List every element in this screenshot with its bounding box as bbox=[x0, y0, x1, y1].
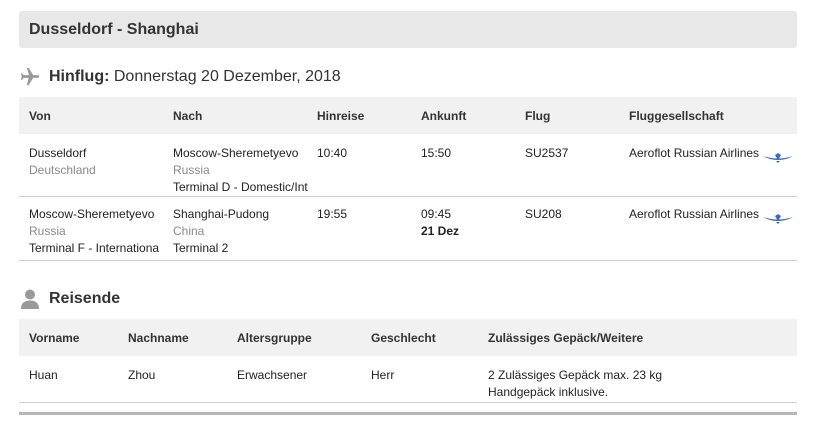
leg-to: Shanghai-Pudong China Terminal 2 bbox=[173, 206, 269, 257]
col-gepaeck: Zulässiges Gepäck/Weitere bbox=[488, 331, 644, 345]
flight-number: SU2537 bbox=[525, 146, 569, 160]
to-country: China bbox=[173, 224, 205, 238]
col-vorname: Vorname bbox=[29, 331, 80, 345]
to-city: Moscow-Sheremetyevo bbox=[173, 146, 299, 160]
route-title: Dusseldorf - Shanghai bbox=[29, 21, 199, 38]
outbound-date: Donnerstag 20 Dezember, 2018 bbox=[113, 68, 341, 85]
bottom-divider bbox=[19, 412, 797, 415]
outbound-heading: Hinflug: Donnerstag 20 Dezember, 2018 bbox=[19, 66, 341, 88]
to-country: Russia bbox=[173, 163, 210, 177]
col-geschlecht: Geschlecht bbox=[371, 331, 436, 345]
aeroflot-logo-icon bbox=[762, 213, 794, 225]
col-altersgruppe: Altersgruppe bbox=[237, 331, 312, 345]
flight-number: SU208 bbox=[525, 207, 562, 221]
traveler-row: Huan Zhou Erwachsener Herr 2 Zulässiges … bbox=[19, 356, 797, 403]
col-flug: Flug bbox=[525, 109, 551, 123]
col-nach: Nach bbox=[173, 109, 203, 123]
flight-leg-row: Moscow-Sheremetyevo Russia Terminal F - … bbox=[19, 197, 797, 261]
airplane-icon bbox=[19, 66, 41, 88]
leg-from: Moscow-Sheremetyevo Russia Terminal F - … bbox=[29, 206, 159, 257]
col-fluggesellschaft: Fluggesellschaft bbox=[629, 109, 724, 123]
to-terminal: Terminal 2 bbox=[173, 241, 229, 255]
col-von: Von bbox=[29, 109, 51, 123]
flight-leg-row: Dusseldorf Deutschland Moscow-Sheremetye… bbox=[19, 134, 797, 197]
travelers-title: Reisende bbox=[49, 290, 121, 307]
to-city: Shanghai-Pudong bbox=[173, 207, 270, 221]
from-country: Russia bbox=[29, 224, 66, 238]
travelers-table-header: Vorname Nachname Altersgruppe Geschlecht… bbox=[19, 319, 797, 356]
traveler-baggage: 2 Zulässiges Gepäck max. 23 kg Handgepäc… bbox=[488, 367, 662, 401]
departure-time: 10:40 bbox=[317, 146, 348, 160]
leg-from: Dusseldorf Deutschland bbox=[29, 145, 96, 179]
from-country: Deutschland bbox=[29, 163, 96, 177]
arrival-day: 21 Dez bbox=[421, 224, 460, 238]
person-icon bbox=[19, 288, 41, 310]
airline-name: Aeroflot Russian Airlines bbox=[629, 146, 760, 160]
from-city: Dusseldorf bbox=[29, 146, 87, 160]
from-city: Moscow-Sheremetyevo bbox=[29, 207, 155, 221]
travelers-heading: Reisende bbox=[19, 288, 120, 310]
airline-name: Aeroflot Russian Airlines bbox=[629, 207, 760, 221]
carry-on-note: Handgepäck inklusive. bbox=[488, 385, 609, 399]
traveler-gender: Herr bbox=[371, 368, 395, 382]
leg-to: Moscow-Sheremetyevo Russia Terminal D - … bbox=[173, 145, 308, 196]
arrival-cell: 09:45 21 Dez bbox=[421, 206, 459, 240]
from-terminal: Terminal F - Internationa bbox=[29, 241, 160, 255]
baggage-allowance: 2 Zulässiges Gepäck max. 23 kg bbox=[488, 368, 663, 382]
traveler-first-name: Huan bbox=[29, 368, 58, 382]
aeroflot-logo-icon bbox=[762, 152, 794, 164]
route-header: Dusseldorf - Shanghai bbox=[19, 11, 797, 48]
traveler-age-group: Erwachsener bbox=[237, 368, 308, 382]
arrival-time: 15:50 bbox=[421, 146, 452, 160]
to-terminal: Terminal D - Domestic/Int bbox=[173, 180, 308, 194]
departure-time: 19:55 bbox=[317, 207, 348, 221]
col-nachname: Nachname bbox=[128, 331, 189, 345]
col-ankunft: Ankunft bbox=[421, 109, 467, 123]
traveler-last-name: Zhou bbox=[128, 368, 156, 382]
col-hinreise: Hinreise bbox=[317, 109, 365, 123]
outbound-label: Hinflug: bbox=[49, 68, 110, 85]
arrival-time: 09:45 bbox=[421, 207, 452, 221]
flight-table-header: Von Nach Hinreise Ankunft Flug Fluggesel… bbox=[19, 97, 797, 134]
